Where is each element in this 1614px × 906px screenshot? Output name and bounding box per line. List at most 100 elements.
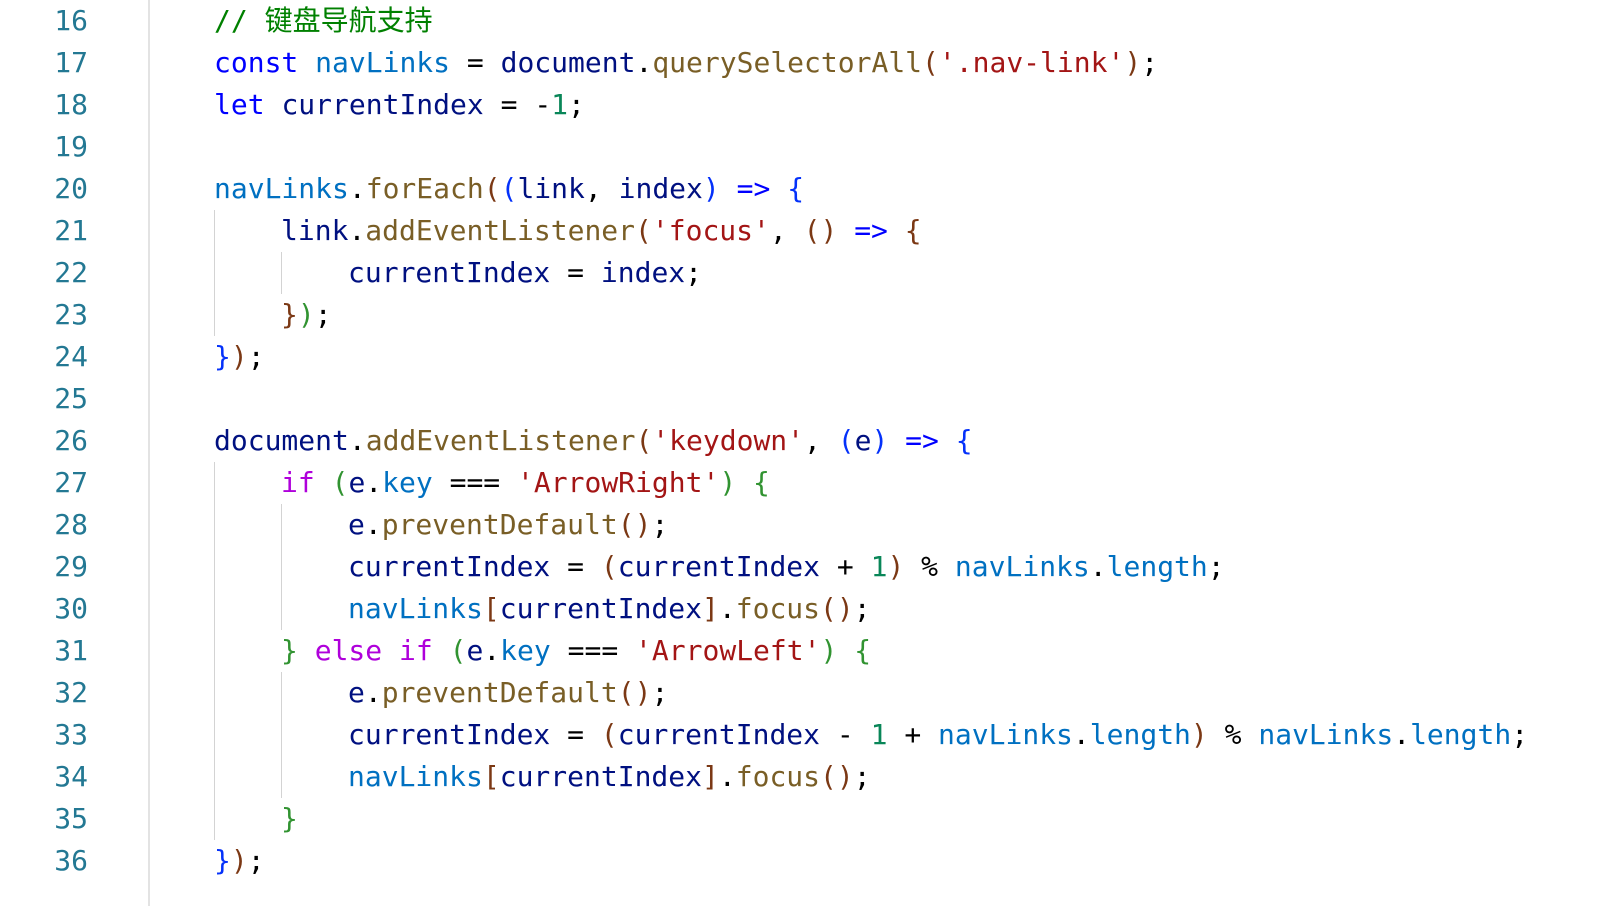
code-token: ; bbox=[651, 508, 669, 541]
code-token: ) bbox=[871, 424, 889, 457]
code-line[interactable]: document.addEventListener('keydown', (e)… bbox=[214, 420, 973, 462]
code-token: . bbox=[1089, 550, 1107, 583]
code-line[interactable]: e.preventDefault(); bbox=[348, 672, 668, 714]
code-token: navLinks bbox=[214, 172, 349, 205]
code-token: . bbox=[483, 634, 501, 667]
code-token: key bbox=[382, 466, 433, 499]
code-line[interactable]: link.addEventListener('focus', () => { bbox=[281, 210, 922, 252]
code-line[interactable]: // 键盘导航支持 bbox=[214, 0, 433, 42]
line-number: 23 bbox=[54, 298, 88, 331]
code-line[interactable]: }); bbox=[281, 294, 332, 336]
code-line[interactable]: const navLinks = document.querySelectorA… bbox=[214, 42, 1158, 84]
code-token: () bbox=[803, 214, 838, 247]
code-line[interactable]: } else if (e.key === 'ArrowLeft') { bbox=[281, 630, 871, 672]
code-token: ) bbox=[1124, 46, 1142, 79]
code-line[interactable]: if (e.key === 'ArrowRight') { bbox=[281, 462, 770, 504]
code-token: % bbox=[904, 550, 955, 583]
code-line[interactable]: e.preventDefault(); bbox=[348, 504, 668, 546]
code-token: 1 bbox=[870, 550, 888, 583]
code-line[interactable]: let currentIndex = -1; bbox=[214, 84, 585, 126]
line-number: 31 bbox=[54, 634, 88, 667]
code-token: { bbox=[854, 634, 872, 667]
code-token: [ bbox=[482, 760, 500, 793]
code-token: ; bbox=[853, 760, 871, 793]
code-token: '.nav-link' bbox=[938, 46, 1125, 79]
code-token: . bbox=[348, 424, 366, 457]
code-token: navLinks bbox=[938, 718, 1073, 751]
code-token: 1 bbox=[870, 718, 888, 751]
code-token: ( bbox=[635, 214, 652, 247]
line-number: 34 bbox=[54, 760, 88, 793]
code-token: index bbox=[618, 172, 703, 205]
code-editor[interactable]: 16 17 18 19 20 21 22 23 24 25 26 27 28 29 30 31 32 33 34 35… bbox=[0, 0, 1614, 906]
code-token: + bbox=[887, 718, 939, 751]
code-token: { bbox=[787, 172, 805, 205]
code-token: ) bbox=[297, 298, 315, 331]
code-line[interactable]: currentIndex = (currentIndex - 1 + navLi… bbox=[348, 714, 1528, 756]
code-token: === bbox=[550, 634, 636, 667]
indent-guide bbox=[281, 672, 282, 798]
code-line[interactable]: } bbox=[281, 798, 298, 840]
code-token: . bbox=[635, 46, 653, 79]
code-token: () bbox=[820, 760, 854, 793]
code-token: key bbox=[500, 634, 551, 667]
code-token: currentIndex bbox=[617, 550, 821, 583]
code-token: ] bbox=[702, 760, 719, 793]
code-token: addEventListener bbox=[365, 214, 636, 247]
code-token: . bbox=[348, 172, 366, 205]
code-token: focus bbox=[735, 592, 821, 625]
code-token: + bbox=[820, 550, 871, 583]
code-token: ; bbox=[651, 676, 669, 709]
code-token: currentIndex bbox=[617, 718, 821, 751]
code-token: ; bbox=[1141, 46, 1159, 79]
code-token: ; bbox=[1207, 550, 1225, 583]
code-token: length bbox=[1089, 718, 1191, 751]
code-token: e bbox=[348, 676, 365, 709]
code-line[interactable]: navLinks[currentIndex].focus(); bbox=[348, 588, 871, 630]
code-line[interactable]: }); bbox=[214, 336, 265, 378]
code-token: ; bbox=[247, 844, 265, 877]
code-token: 1 bbox=[551, 88, 569, 121]
code-token: ) bbox=[230, 340, 248, 373]
code-token: => bbox=[736, 172, 771, 205]
code-token: - bbox=[820, 718, 871, 751]
code-token: currentIndex bbox=[348, 256, 551, 289]
line-number: 24 bbox=[54, 340, 88, 373]
code-token: e bbox=[854, 424, 872, 457]
code-line[interactable]: }); bbox=[214, 840, 265, 882]
code-line[interactable]: navLinks[currentIndex].focus(); bbox=[348, 756, 871, 798]
code-line[interactable]: navLinks.forEach((link, index) => { bbox=[214, 168, 804, 210]
code-token: ; bbox=[568, 88, 585, 121]
code-token: currentIndex bbox=[348, 550, 551, 583]
code-token: else bbox=[314, 634, 383, 667]
code-line[interactable]: currentIndex = (currentIndex + 1) % navL… bbox=[348, 546, 1225, 588]
code-token: ( bbox=[837, 424, 855, 457]
code-token: link bbox=[281, 214, 349, 247]
code-token: 'ArrowLeft' bbox=[635, 634, 821, 667]
line-number: 36 bbox=[54, 844, 88, 877]
code-token: - bbox=[534, 88, 552, 121]
code-token: document bbox=[500, 46, 636, 79]
indent-guide bbox=[214, 210, 215, 336]
code-token: } bbox=[214, 340, 231, 373]
code-token: [ bbox=[482, 592, 500, 625]
code-line[interactable]: currentIndex = index; bbox=[348, 252, 702, 294]
line-number: 30 bbox=[54, 592, 88, 625]
code-token: { bbox=[904, 214, 922, 247]
code-token: } bbox=[281, 802, 298, 835]
code-token: ) bbox=[230, 844, 248, 877]
code-token: => bbox=[905, 424, 939, 457]
line-number: 33 bbox=[54, 718, 88, 751]
code-token: } bbox=[214, 844, 231, 877]
code-token: ( bbox=[500, 172, 518, 205]
code-token: ) bbox=[820, 634, 838, 667]
code-token: . bbox=[1393, 718, 1411, 751]
code-token: ; bbox=[685, 256, 703, 289]
code-token: if bbox=[281, 466, 315, 499]
